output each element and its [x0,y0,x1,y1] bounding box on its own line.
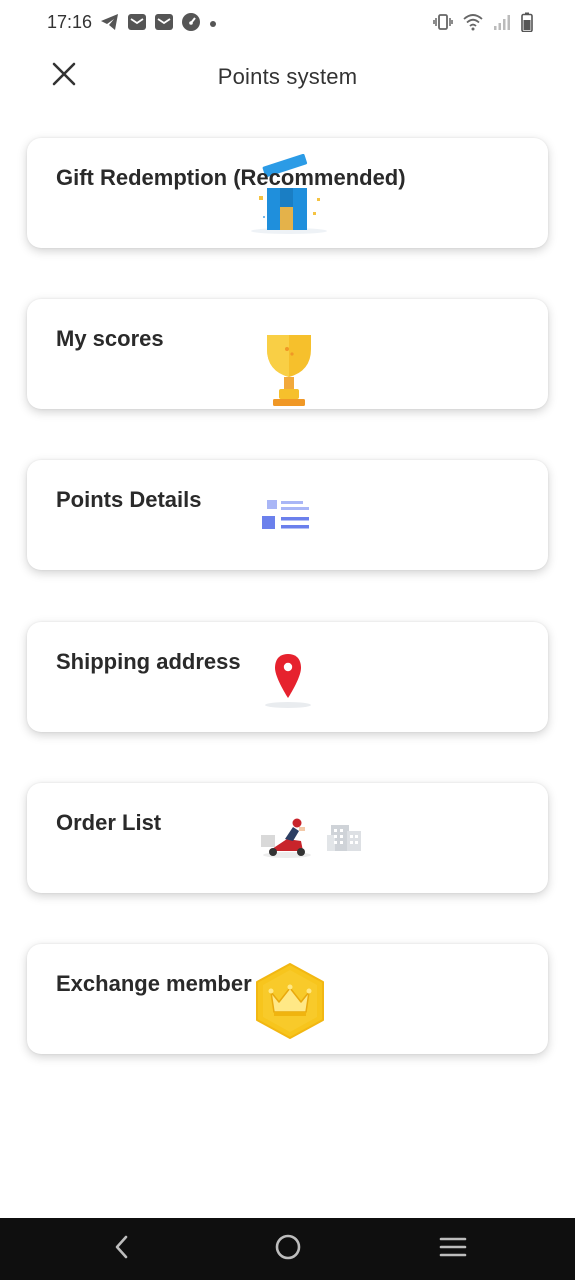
status-time: 17:16 [47,12,93,32]
menu-item-label: Order List [56,810,162,835]
system-nav-bar [0,1218,575,1280]
list-details-icon [261,498,313,543]
menu-item-label: My scores [56,326,164,351]
page-title: Points system [217,64,358,89]
menu-item-shipping-address[interactable]: Shipping address [27,622,548,732]
menu-item-label: Points Details [56,487,202,512]
status-bar: 17:16 [0,0,575,48]
menu-item-my-scores[interactable]: My scores [27,299,548,409]
recents-icon [439,1235,467,1264]
wifi-icon [463,13,483,36]
home-button[interactable] [268,1232,308,1266]
signal-icon [493,13,511,36]
delivery-icon [257,817,367,868]
dot-icon [208,16,218,34]
mail-icon [127,12,147,37]
menu-item-label: Gift Redemption (Recommended) [56,165,406,190]
menu-item-order-list[interactable]: Order List [27,783,548,893]
battery-icon [521,12,533,37]
back-button[interactable] [102,1232,142,1266]
mail-icon [154,12,174,37]
location-pin-icon [263,652,313,715]
telegram-icon [100,13,120,36]
menu-item-exchange-member[interactable]: Exchange member [27,944,548,1054]
crown-icon [253,962,327,1045]
vibrate-icon [433,12,453,37]
status-system-icons [433,12,533,37]
menu-item-label: Exchange member [56,971,252,996]
home-icon [274,1233,302,1266]
app-header: Points system [0,48,575,108]
trophy-icon [261,327,317,414]
menu-item-points-details[interactable]: Points Details [27,460,548,570]
menu-item-gift-redemption[interactable]: Gift Redemption (Recommended) [27,138,548,248]
menu-item-label: Shipping address [56,649,241,674]
speedometer-icon [181,12,201,37]
recents-button[interactable] [433,1232,473,1266]
back-icon [112,1234,132,1265]
status-notification-icons [100,12,218,37]
